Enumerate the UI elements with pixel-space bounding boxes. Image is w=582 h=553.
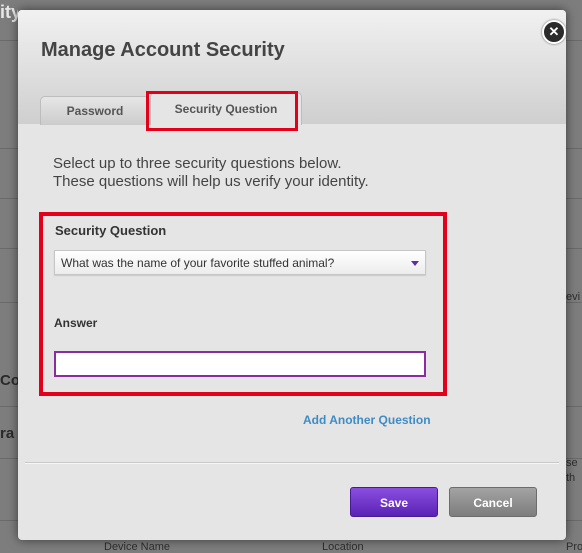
background-text-fragment: se bbox=[566, 457, 578, 469]
chevron-down-icon bbox=[411, 261, 419, 266]
background-column-header: Device Name bbox=[104, 541, 171, 553]
cancel-button[interactable]: Cancel bbox=[449, 487, 537, 517]
close-icon[interactable]: ✕ bbox=[542, 20, 566, 44]
add-another-question-link[interactable]: Add Another Question bbox=[303, 413, 431, 427]
manage-account-security-dialog: Manage Account Security ✕ Password Secur… bbox=[18, 10, 566, 540]
intro-text: Select up to three security questions be… bbox=[53, 155, 369, 191]
background-text-fragment: evi bbox=[566, 291, 581, 303]
background-column-header: Location bbox=[322, 541, 364, 553]
intro-line-1: Select up to three security questions be… bbox=[53, 155, 342, 172]
background-column-header: Protected bbox=[566, 541, 582, 553]
background-heading-fragment: Co bbox=[0, 372, 18, 389]
security-question-label: Security Question bbox=[55, 223, 167, 238]
answer-label: Answer bbox=[54, 316, 98, 330]
background-text-fragment: th bbox=[566, 472, 576, 484]
footer-divider bbox=[25, 462, 559, 463]
answer-input[interactable] bbox=[54, 351, 426, 377]
tab-password[interactable]: Password bbox=[40, 96, 150, 125]
save-button[interactable]: Save bbox=[350, 487, 438, 517]
intro-line-2: These questions will help us verify your… bbox=[53, 173, 369, 190]
background-title-fragment: ity bbox=[0, 2, 18, 22]
dialog-title: Manage Account Security bbox=[41, 39, 285, 61]
security-question-select[interactable]: What was the name of your favorite stuff… bbox=[54, 250, 426, 275]
security-question-value: What was the name of your favorite stuff… bbox=[61, 256, 335, 270]
tab-highlight-frame bbox=[146, 91, 298, 131]
background-heading-fragment: ra bbox=[0, 425, 15, 442]
